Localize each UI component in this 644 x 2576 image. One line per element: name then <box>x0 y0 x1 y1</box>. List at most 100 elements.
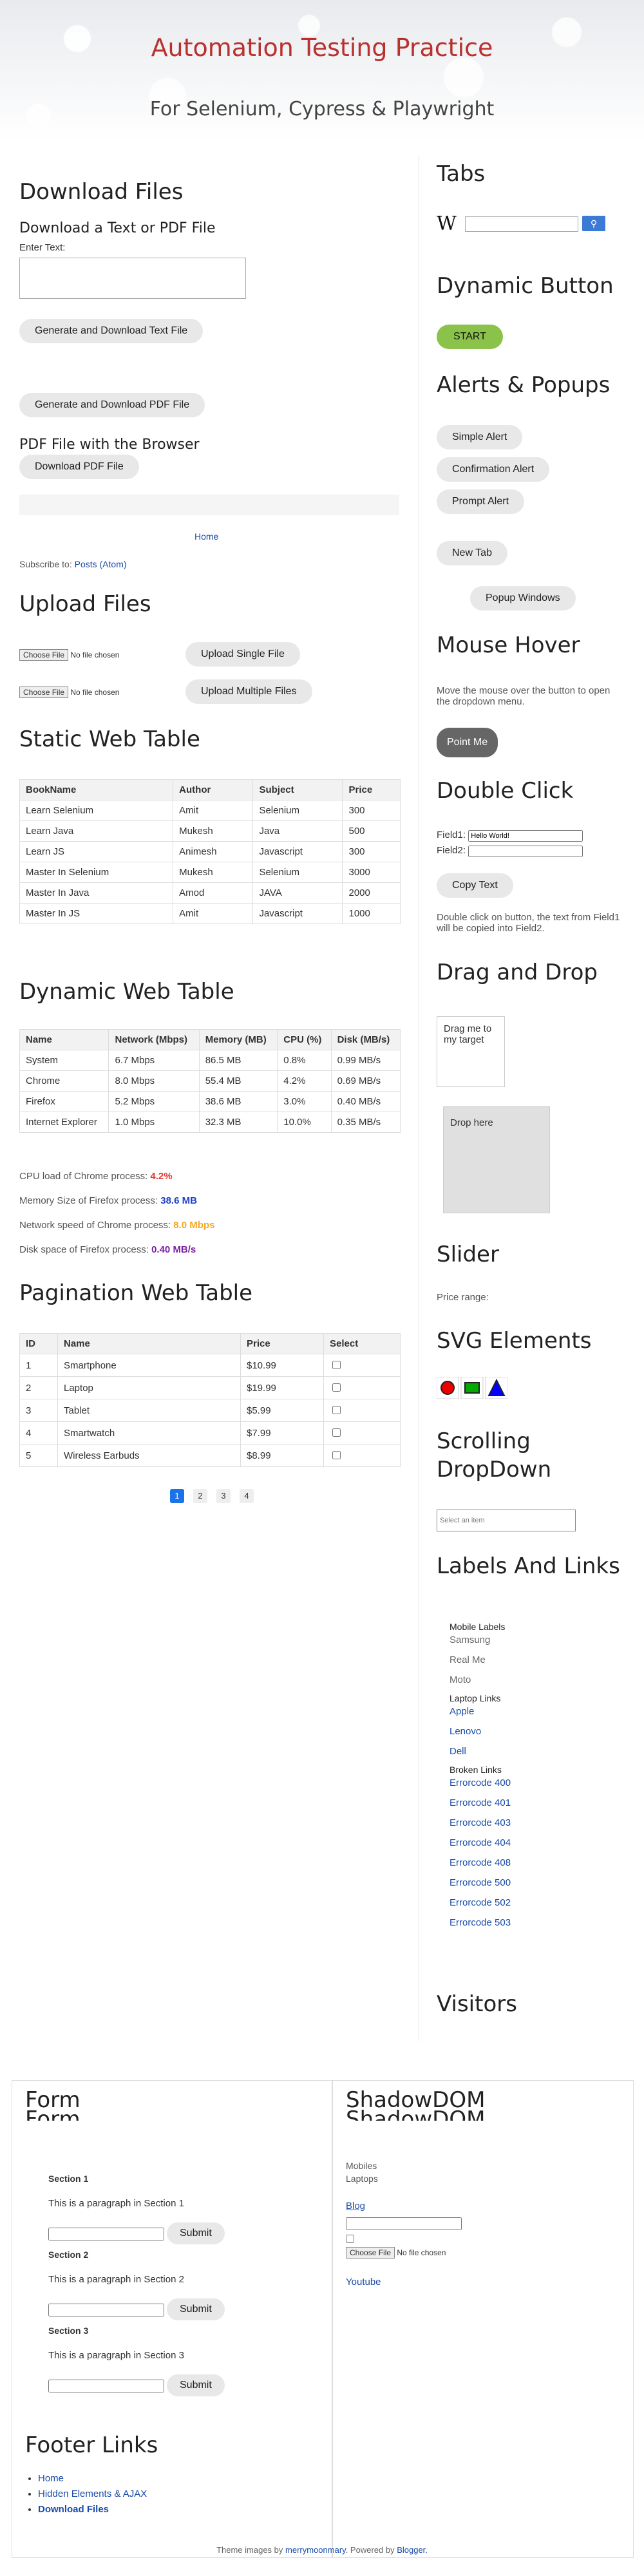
cell: Chrome <box>19 1070 109 1092</box>
cell: 500 <box>342 820 401 842</box>
section3-input[interactable] <box>48 2380 164 2392</box>
table-row: Firefox 5.2 Mbps 38.6 MB 3.0% 0.40 MB/s <box>19 1091 401 1112</box>
cell: 3000 <box>342 862 401 883</box>
broken-link[interactable]: Errorcode 400 <box>450 1777 511 1788</box>
footer-blogger-link[interactable]: Blogger. <box>397 2545 428 2555</box>
confirmation-alert-button[interactable]: Confirmation Alert <box>437 457 550 482</box>
table-row: Master In JS Amit Javascript 1000 <box>19 903 401 924</box>
broken-link[interactable]: Errorcode 401 <box>450 1797 511 1808</box>
table-row: Chrome 8.0 Mbps 55.4 MB 4.2% 0.69 MB/s <box>19 1070 401 1092</box>
mobile-label: Samsung <box>450 1634 491 1645</box>
cell: Selenium <box>252 800 343 821</box>
dynamic-th: Network (Mbps) <box>108 1029 200 1050</box>
droppable-box[interactable]: Drop here <box>443 1106 550 1213</box>
broken-link[interactable]: Errorcode 403 <box>450 1817 511 1828</box>
download-heading: Download Files <box>19 179 184 205</box>
choose-files-button[interactable]: Choose File <box>19 687 69 698</box>
pagination-heading: Pagination Web Table <box>19 1280 253 1306</box>
shadow-blog-link[interactable]: Blog <box>346 2201 365 2211</box>
cell: 0.69 MB/s <box>330 1070 401 1092</box>
download-textarea[interactable] <box>19 258 246 299</box>
section2-input[interactable] <box>48 2304 164 2316</box>
row-checkbox[interactable] <box>332 1428 341 1437</box>
field2-input[interactable] <box>468 846 583 857</box>
shadow-text-input[interactable] <box>346 2217 462 2230</box>
cell: 0.40 MB/s <box>330 1091 401 1112</box>
row-checkbox[interactable] <box>332 1361 341 1369</box>
footer-link-hidden[interactable]: Hidden Elements & AJAX <box>38 2488 147 2499</box>
scrolling-dropdown-input[interactable] <box>437 1510 576 1531</box>
row-checkbox[interactable] <box>332 1451 341 1459</box>
footer-theme-link[interactable]: merrymoonmary <box>285 2545 346 2555</box>
cell: 3 <box>19 1399 58 1422</box>
broken-link[interactable]: Errorcode 408 <box>450 1857 511 1868</box>
download-pdf-button[interactable]: Download PDF File <box>19 455 139 479</box>
laptop-link-lenovo[interactable]: Lenovo <box>450 1726 481 1737</box>
atom-link[interactable]: Posts (Atom) <box>75 559 127 569</box>
new-tab-button[interactable]: New Tab <box>437 541 507 565</box>
stat-network: Network speed of Chrome process: 8.0 Mbp… <box>19 1220 214 1231</box>
cell: Mukesh <box>173 820 254 842</box>
cell: Smartwatch <box>57 1421 241 1444</box>
cell: 10.0% <box>277 1112 332 1133</box>
broken-links-title: Broken Links <box>450 1765 502 1775</box>
shadowdom-title: ShadowDOM <box>346 2107 486 2121</box>
field1-input[interactable] <box>468 830 583 842</box>
mobile-label: Real Me <box>450 1654 486 1665</box>
submit-button[interactable]: Submit <box>167 2298 225 2320</box>
start-button[interactable]: START <box>437 325 503 349</box>
cell: 2 <box>19 1376 58 1399</box>
submit-button[interactable]: Submit <box>167 2222 225 2244</box>
single-file-input[interactable]: Choose File No file chosen <box>19 649 119 661</box>
shadow-mobiles: Mobiles <box>346 2161 377 2171</box>
cell: Firefox <box>19 1091 109 1112</box>
multiple-file-input[interactable]: Choose File No file chosen <box>19 687 119 698</box>
pdf-browser-heading: PDF File with the Browser <box>19 437 200 453</box>
section-title: Section 3 <box>48 2325 89 2336</box>
shadow-file-input[interactable]: Choose File No file chosen <box>346 2247 446 2259</box>
laptop-link-dell[interactable]: Dell <box>450 1746 466 1757</box>
popup-windows-button[interactable]: Popup Windows <box>470 586 576 611</box>
row-checkbox[interactable] <box>332 1383 341 1392</box>
broken-link[interactable]: Errorcode 404 <box>450 1837 511 1848</box>
section1-input[interactable] <box>48 2228 164 2240</box>
shadow-checkbox[interactable] <box>346 2235 354 2243</box>
stat-value: 0.40 MB/s <box>151 1244 196 1255</box>
cell: Tablet <box>57 1399 241 1422</box>
wiki-search-input[interactable] <box>465 216 578 232</box>
draggable-box[interactable]: Drag me to my target <box>437 1016 505 1087</box>
field1-label: Field1: <box>437 829 466 840</box>
shadowdom-panel: ShadowDOM ShadowDOM Mobiles Laptops Blog… <box>332 2080 634 2558</box>
generate-text-button[interactable]: Generate and Download Text File <box>19 319 204 343</box>
stat-cpu: CPU load of Chrome process: 4.2% <box>19 1171 173 1182</box>
wikipedia-icon: W <box>437 213 457 235</box>
laptop-link-apple[interactable]: Apple <box>450 1706 474 1717</box>
search-icon[interactable]: ⚲ <box>582 216 605 231</box>
footer-link-download[interactable]: Download Files <box>38 2504 109 2515</box>
page-button-4[interactable]: 4 <box>240 1489 254 1503</box>
static-th: Subject <box>252 779 343 800</box>
generate-pdf-button[interactable]: Generate and Download PDF File <box>19 393 205 417</box>
broken-link[interactable]: Errorcode 500 <box>450 1877 511 1888</box>
page-button-3[interactable]: 3 <box>216 1489 231 1503</box>
page-button-1[interactable]: 1 <box>170 1489 184 1503</box>
row-checkbox[interactable] <box>332 1406 341 1414</box>
upload-single-button[interactable]: Upload Single File <box>185 642 300 667</box>
dynamic-th: CPU (%) <box>277 1029 332 1050</box>
prompt-alert-button[interactable]: Prompt Alert <box>437 489 525 514</box>
copy-text-button[interactable]: Copy Text <box>437 873 513 898</box>
shadow-youtube-link[interactable]: Youtube <box>346 2277 381 2287</box>
home-link[interactable]: Home <box>194 531 218 542</box>
page-button-2[interactable]: 2 <box>193 1489 207 1503</box>
broken-link[interactable]: Errorcode 502 <box>450 1897 511 1908</box>
footer-link-home[interactable]: Home <box>38 2473 64 2484</box>
broken-link[interactable]: Errorcode 503 <box>450 1917 511 1928</box>
point-me-button[interactable]: Point Me <box>437 728 498 757</box>
simple-alert-button[interactable]: Simple Alert <box>437 425 523 450</box>
choose-file-button[interactable]: Choose File <box>19 649 69 661</box>
table-row: Learn JS Animesh Javascript 300 <box>19 841 401 862</box>
dynamic-table: Name Network (Mbps) Memory (MB) CPU (%) … <box>19 1029 401 1133</box>
upload-multiple-button[interactable]: Upload Multiple Files <box>185 679 312 704</box>
shadow-choose-file-button[interactable]: Choose File <box>346 2247 395 2259</box>
submit-button[interactable]: Submit <box>167 2374 225 2396</box>
